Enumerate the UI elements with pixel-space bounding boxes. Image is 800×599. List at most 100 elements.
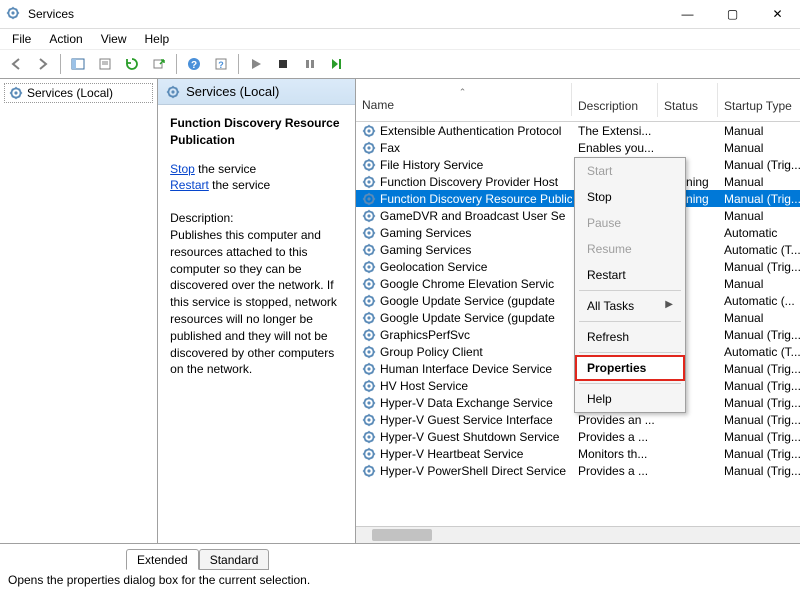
maximize-button[interactable]: ▢ <box>710 0 755 28</box>
gear-icon <box>166 85 180 99</box>
back-button[interactable] <box>4 52 28 76</box>
ctx-refresh[interactable]: Refresh <box>575 324 685 350</box>
gear-icon <box>362 464 376 478</box>
table-row[interactable]: Hyper-V PowerShell Direct ServiceProvide… <box>356 462 800 479</box>
restart-link[interactable]: Restart <box>170 178 209 192</box>
menubar: File Action View Help <box>0 29 800 49</box>
stop-link[interactable]: Stop <box>170 162 195 176</box>
cell-status <box>658 139 718 156</box>
table-row[interactable]: Hyper-V Guest Shutdown ServiceProvides a… <box>356 428 800 445</box>
cell-type: Manual (Trig... <box>718 156 800 173</box>
col-status[interactable]: Status <box>658 83 718 117</box>
help-topics-button[interactable]: ? <box>209 52 233 76</box>
details-pane-header: Services (Local) <box>158 79 355 105</box>
tree-item-label: Services (Local) <box>27 86 113 100</box>
context-menu: Start Stop Pause Resume Restart All Task… <box>574 157 686 413</box>
cell-name: Fax <box>380 141 400 155</box>
gear-icon <box>362 413 376 427</box>
horizontal-scrollbar[interactable] <box>356 526 800 543</box>
cell-type: Manual (Trig... <box>718 360 800 377</box>
cell-type: Manual <box>718 275 800 292</box>
ctx-resume: Resume <box>575 236 685 262</box>
cell-description: Provides an ... <box>572 411 658 428</box>
cell-name: HV Host Service <box>380 379 468 393</box>
cell-type: Manual <box>718 173 800 190</box>
start-service-button[interactable] <box>244 52 268 76</box>
cell-name: Hyper-V Heartbeat Service <box>380 447 523 461</box>
cell-type: Manual (Trig... <box>718 377 800 394</box>
export-button[interactable] <box>147 52 171 76</box>
gear-icon <box>362 294 376 308</box>
tab-standard[interactable]: Standard <box>199 549 270 570</box>
cell-name: Function Discovery Resource Public <box>380 192 572 206</box>
forward-button[interactable] <box>31 52 55 76</box>
close-button[interactable]: ✕ <box>755 0 800 28</box>
pause-service-button[interactable] <box>298 52 322 76</box>
cell-name: Geolocation Service <box>380 260 487 274</box>
ctx-properties[interactable]: Properties <box>575 355 685 381</box>
cell-name: GraphicsPerfSvc <box>380 328 470 342</box>
gear-icon <box>362 124 376 138</box>
menu-view[interactable]: View <box>93 30 135 48</box>
console-tree: Services (Local) <box>0 79 158 543</box>
cell-name: Gaming Services <box>380 226 471 240</box>
cell-type: Manual <box>718 207 800 224</box>
refresh-button[interactable] <box>120 52 144 76</box>
menu-action[interactable]: Action <box>41 30 90 48</box>
menu-file[interactable]: File <box>4 30 39 48</box>
gear-icon <box>362 260 376 274</box>
minimize-button[interactable]: — <box>665 0 710 28</box>
cell-name: Google Update Service (gupdate <box>380 294 555 308</box>
ctx-restart[interactable]: Restart <box>575 262 685 288</box>
col-description[interactable]: Description <box>572 83 658 117</box>
gear-icon <box>362 362 376 376</box>
cell-type: Manual (Trig... <box>718 326 800 343</box>
gear-icon <box>362 328 376 342</box>
col-name[interactable]: ⌃Name <box>356 83 572 116</box>
gear-icon <box>362 192 376 206</box>
gear-icon <box>362 158 376 172</box>
ctx-stop[interactable]: Stop <box>575 184 685 210</box>
app-icon <box>6 6 22 22</box>
gear-icon <box>362 209 376 223</box>
gear-icon <box>362 226 376 240</box>
cell-status <box>658 428 718 445</box>
show-hide-tree-button[interactable] <box>66 52 90 76</box>
gear-icon <box>9 86 23 100</box>
col-startup-type[interactable]: Startup Type <box>718 83 800 117</box>
cell-type: Automatic <box>718 224 800 241</box>
restart-service-button[interactable] <box>325 52 349 76</box>
gear-icon <box>362 243 376 257</box>
menu-help[interactable]: Help <box>137 30 178 48</box>
gear-icon <box>362 175 376 189</box>
description-text: Publishes this computer and resources at… <box>170 227 343 378</box>
properties-toolbar-button[interactable] <box>93 52 117 76</box>
tree-item-services-local[interactable]: Services (Local) <box>4 83 153 103</box>
cell-type: Manual (Trig... <box>718 445 800 462</box>
cell-type: Automatic (... <box>718 292 800 309</box>
table-row[interactable]: Hyper-V Heartbeat ServiceMonitors th...M… <box>356 445 800 462</box>
ctx-help[interactable]: Help <box>575 386 685 412</box>
gear-icon <box>362 277 376 291</box>
services-list: ⌃Name Description Status Startup Type Ex… <box>356 79 800 543</box>
table-row[interactable]: FaxEnables you...Manual <box>356 139 800 156</box>
gear-icon <box>362 396 376 410</box>
tab-extended[interactable]: Extended <box>126 549 199 570</box>
table-row[interactable]: Extensible Authentication Protocol The Ex… <box>356 122 800 139</box>
stop-service-button[interactable] <box>271 52 295 76</box>
cell-name: Human Interface Device Service <box>380 362 552 376</box>
cell-name: Extensible Authentication Protocol <box>380 124 561 138</box>
gear-icon <box>362 141 376 155</box>
cell-type: Manual (Trig... <box>718 394 800 411</box>
cell-name: Hyper-V PowerShell Direct Service <box>380 464 566 478</box>
cell-description: The Extensi... <box>572 122 658 139</box>
cell-name: Function Discovery Provider Host <box>380 175 558 189</box>
ctx-all-tasks[interactable]: All Tasks▶ <box>575 293 685 319</box>
gear-icon <box>362 447 376 461</box>
details-pane: Services (Local) Function Discovery Reso… <box>158 79 356 543</box>
titlebar: Services — ▢ ✕ <box>0 0 800 29</box>
help-toolbar-button[interactable]: ? <box>182 52 206 76</box>
table-row[interactable]: Hyper-V Guest Service InterfaceProvides … <box>356 411 800 428</box>
status-bar: Opens the properties dialog box for the … <box>0 569 800 599</box>
gear-icon <box>362 430 376 444</box>
